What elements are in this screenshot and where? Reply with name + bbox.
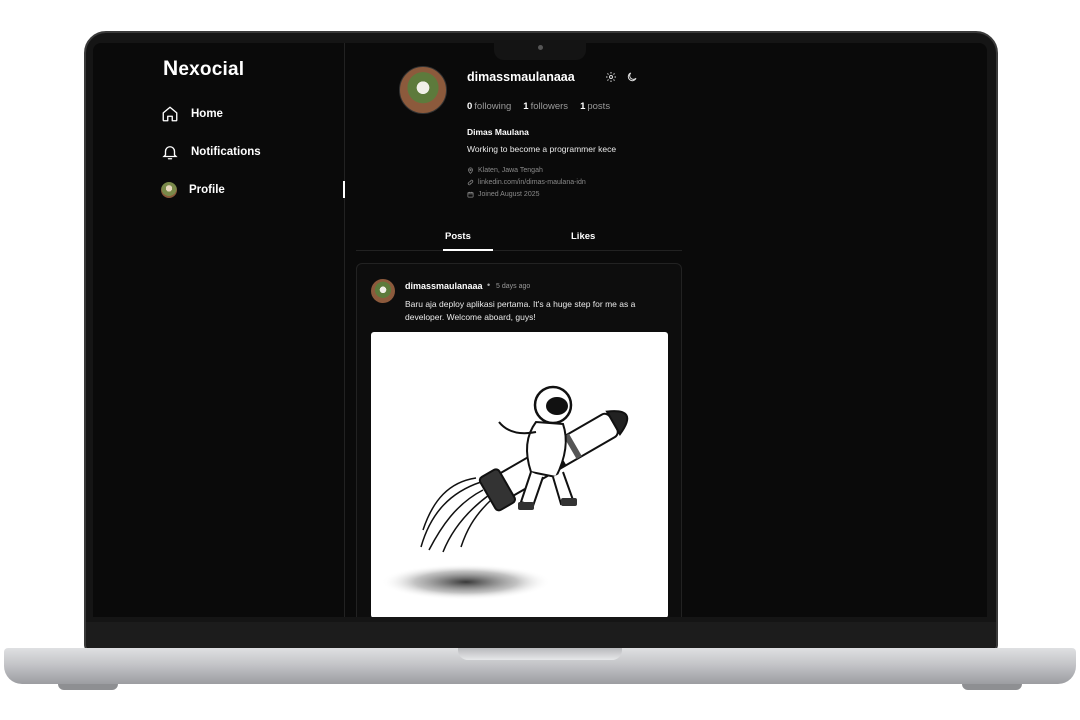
location-pin-icon xyxy=(468,167,473,174)
laptop-chin xyxy=(86,622,996,648)
profile-stats: 0 following 1 followers 1 posts xyxy=(467,101,610,112)
camera-icon xyxy=(538,45,543,50)
active-tab-indicator xyxy=(443,249,493,251)
nav-item-home[interactable]: Home xyxy=(161,104,223,124)
post-card[interactable]: dimassmaulanaaa • 5 days ago Baru aja de… xyxy=(356,263,682,617)
post-timestamp: 5 days ago xyxy=(496,283,531,290)
logo-text: exocial xyxy=(178,59,245,80)
tab-posts[interactable]: Posts xyxy=(445,231,471,242)
followers-stat[interactable]: 1 followers xyxy=(523,101,568,112)
post-text: Baru aja deploy aplikasi pertama. It's a… xyxy=(405,299,636,322)
profile-location: Klaten, Jawa Tengah xyxy=(467,167,543,174)
nav-item-profile[interactable]: Profile xyxy=(161,180,225,200)
post-author-username[interactable]: dimassmaulanaaa xyxy=(405,281,483,291)
camera-notch xyxy=(494,40,586,60)
link-icon xyxy=(467,179,474,186)
nav-item-notifications[interactable]: Notifications xyxy=(161,142,261,162)
laptop-foot-left xyxy=(58,684,118,690)
astronaut-rocket-illustration xyxy=(381,385,629,600)
laptop-foot-right xyxy=(962,684,1022,690)
gear-icon[interactable] xyxy=(605,71,617,83)
active-nav-indicator xyxy=(343,181,345,198)
bell-icon xyxy=(162,146,178,160)
profile-bio: Working to become a programmer kece xyxy=(467,144,617,154)
profile-avatar[interactable] xyxy=(399,66,447,114)
profile-joined: Joined August 2025 xyxy=(467,191,540,198)
profile-username: dimassmaulanaaa xyxy=(467,70,575,84)
profile-main: dimassmaulanaaa 0 following 1 followers 1p… xyxy=(346,43,987,617)
following-stat[interactable]: 0 following xyxy=(467,101,511,112)
calendar-icon xyxy=(467,191,474,198)
post-separator: • xyxy=(487,280,491,290)
post-author-avatar[interactable] xyxy=(371,279,395,303)
screen: Nexocial Home Notifications Profile dima… xyxy=(93,43,987,617)
app-logo[interactable]: Nexocial xyxy=(163,57,244,81)
laptop-base-groove xyxy=(458,648,622,660)
logo-initial: N xyxy=(163,57,179,80)
avatar xyxy=(161,182,177,198)
nav-label-notifications: Notifications xyxy=(191,146,261,158)
home-icon xyxy=(162,106,178,122)
tab-likes[interactable]: Likes xyxy=(571,231,595,242)
posts-stat: 1 posts xyxy=(580,101,611,112)
profile-website[interactable]: linkedin.com/in/dimas-maulana-idn xyxy=(467,179,586,186)
profile-display-name: Dimas Maulana xyxy=(467,127,529,137)
sidebar: Nexocial Home Notifications Profile xyxy=(93,43,345,617)
moon-icon[interactable] xyxy=(626,71,638,83)
post-image[interactable] xyxy=(371,332,668,617)
profile-tabs: Posts Likes xyxy=(356,223,682,251)
nav-label-home: Home xyxy=(191,108,223,120)
nav-label-profile: Profile xyxy=(189,184,225,196)
